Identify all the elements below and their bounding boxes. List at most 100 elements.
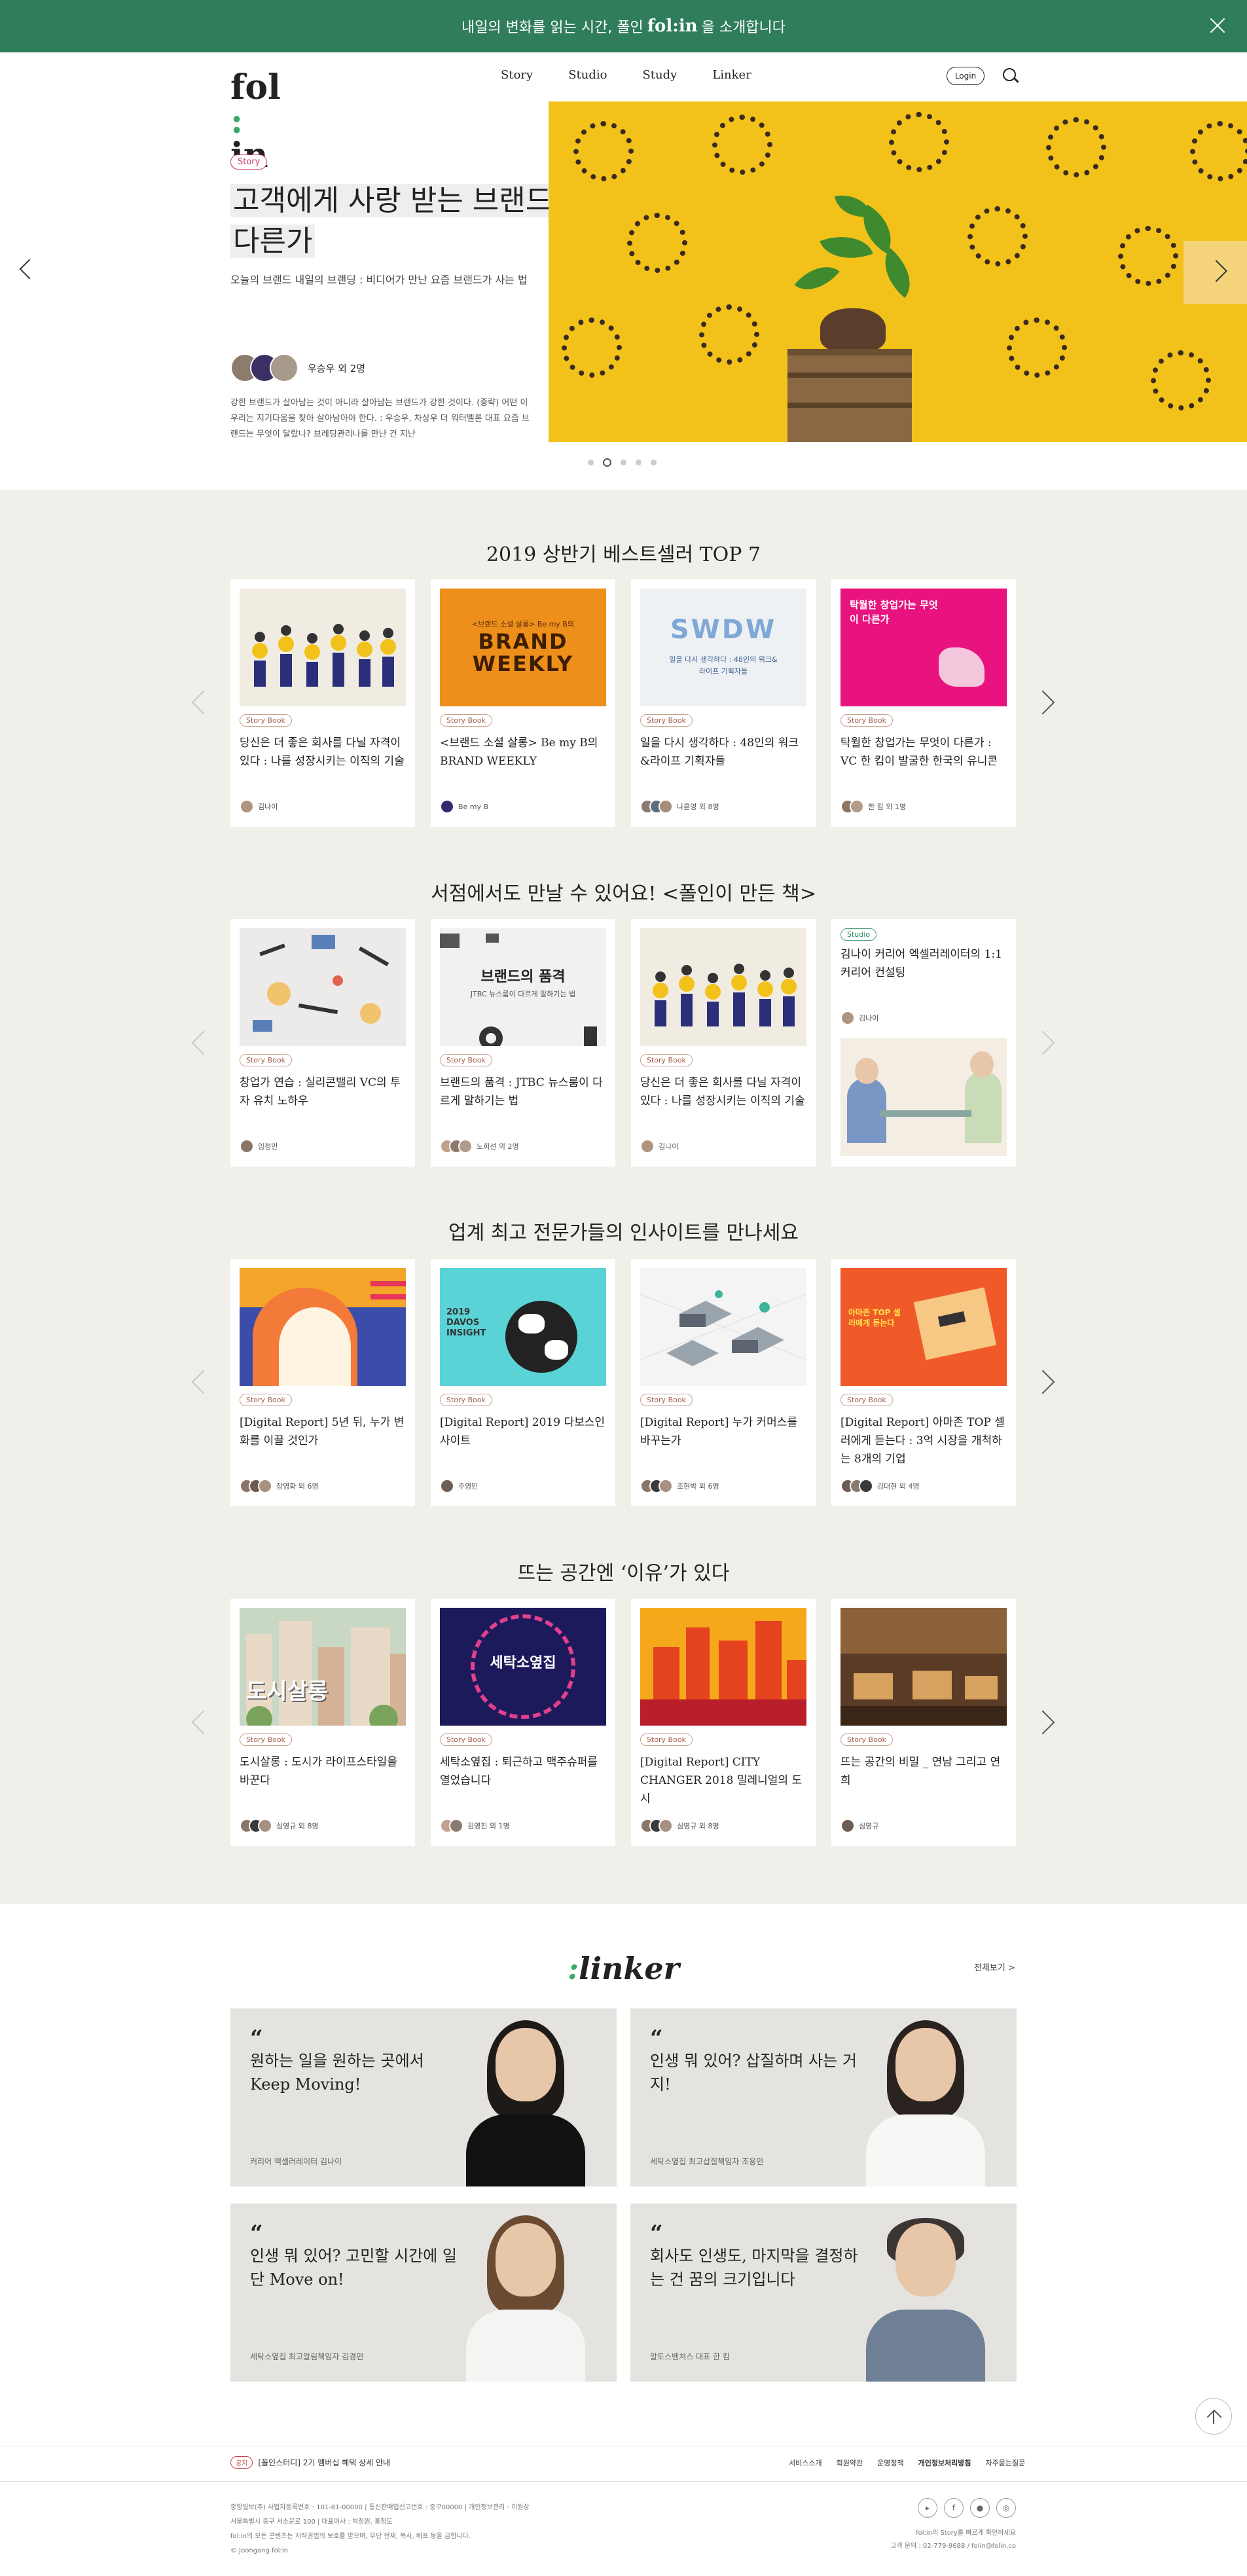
linker-photo (859, 2211, 990, 2382)
content-card[interactable]: 2019 DAVOS INSIGHT Story Book [Digital R… (431, 1259, 615, 1506)
linker-photo (460, 2211, 590, 2382)
pagination-dot[interactable] (588, 460, 594, 465)
card-author: 임정민 (240, 1139, 278, 1153)
facebook-icon[interactable]: f (944, 2498, 964, 2518)
footer-link-policy[interactable]: 운영정책 (877, 2458, 903, 2468)
author-name: Be my B (458, 802, 489, 811)
footer-link-faq[interactable]: 자주묻는질문 (986, 2458, 1026, 2468)
thumb-title: 도시살롱 (246, 1678, 329, 1705)
linker-logo: :linker (0, 1951, 1247, 1986)
footer-divider (0, 2481, 1247, 2482)
author-name: 조현박 외 6명 (677, 1482, 719, 1491)
card-tag: Story Book (440, 714, 492, 727)
content-card[interactable]: 도시살롱 Story Book 도시살롱 : 도시가 라이프스타일을 바꾼다 심… (230, 1599, 415, 1846)
card-thumbnail: 도시살롱 (240, 1608, 406, 1726)
pagination-dot[interactable] (651, 460, 657, 465)
thumb-title: 브랜드의 품격 (480, 969, 566, 985)
author-name: 노희선 외 2명 (477, 1142, 519, 1151)
hero-title-line2: 다른가 (230, 225, 316, 258)
content-card[interactable]: Story Book 당신은 더 좋은 회사를 다닐 자격이 있다 : 나를 성… (230, 579, 415, 827)
linker-card[interactable]: “ 회사도 인생도, 마지막을 결정하는 건 꿈의 크기입니다 알토스벤처스 대… (630, 2204, 1017, 2382)
content-card[interactable]: Story Book [Digital Report] 5년 뒤, 누가 변화를… (230, 1259, 415, 1506)
card-tag: Story Book (240, 714, 292, 727)
footer-link-privacy[interactable]: 개인정보처리방침 (918, 2458, 971, 2468)
kakaotalk-icon[interactable]: ● (970, 2498, 990, 2518)
company-info: 중앙일보(주) 사업자등록번호 : 101-81-00000 | 통신판매업신고… (230, 2501, 689, 2558)
content-card[interactable]: Story Book [Digital Report] 누가 커머스를 바꾸는가… (631, 1259, 816, 1506)
linker-card[interactable]: “ 원하는 일을 원하는 곳에서 Keep Moving! 커리어 엑셀러레이터… (230, 2008, 617, 2186)
linker-card[interactable]: “ 인생 뭐 있어? 삽질하며 사는 거지! 세탁소옆집 최고삽질책임자 조용민 (630, 2008, 1017, 2186)
linker-photo (460, 2016, 590, 2186)
card-row: 도시살롱 Story Book 도시살롱 : 도시가 라이프스타일을 바꾼다 심… (230, 1599, 1016, 1846)
content-card[interactable]: Story Book 창업가 연습 : 실리콘밸리 VC의 투자 유치 노하우 … (230, 919, 415, 1167)
card-author: 김나이 (640, 1139, 678, 1153)
hero-pagination[interactable] (588, 458, 657, 467)
author-name: 김대현 외 4명 (877, 1482, 920, 1491)
hero-prev-arrow[interactable] (19, 259, 40, 280)
nav-linker[interactable]: Linker (712, 68, 751, 82)
footer-link-terms[interactable]: 회원약관 (837, 2458, 863, 2468)
nav-studio[interactable]: Studio (568, 68, 607, 82)
pagination-dot[interactable] (621, 460, 626, 465)
content-card[interactable]: Story Book [Digital Report] CITY CHANGER… (631, 1599, 816, 1846)
card-title: [Digital Report] CITY CHANGER 2018 밀레니얼의… (640, 1756, 803, 1805)
linker-person: 커리어 엑셀러레이터 김나이 (250, 2157, 342, 2166)
banner-text-after: 을 소개합니다 (701, 20, 786, 36)
content-card[interactable]: SWDW 일을 다시 생각하다 : 48인의 워크&라이프 기획자들 Story… (631, 579, 816, 827)
content-card[interactable]: <브랜드 소셜 살롱> Be my B의 BRAND WEEKLY Story … (431, 579, 615, 827)
instagram-icon[interactable]: ◎ (996, 2498, 1016, 2518)
announcement-banner[interactable]: 내일의 변화를 읽는 시간, 폴인 fol:in 을 소개합니다 (0, 0, 1247, 52)
card-title: [Digital Report] 5년 뒤, 누가 변화를 이끌 것인가 (240, 1416, 405, 1447)
author-name: 김나이 (859, 1014, 879, 1023)
card-title: [Digital Report] 2019 다보스인사이트 (440, 1416, 605, 1447)
content-card[interactable]: Story Book 뜨는 공간의 비밀 _ 연남 그리고 연희 심영규 (831, 1599, 1016, 1846)
nav-story[interactable]: Story (501, 68, 533, 82)
author-name: 나훈영 외 8명 (677, 803, 719, 811)
close-icon[interactable] (1206, 14, 1229, 37)
author-name: 김영진 외 1명 (467, 1822, 510, 1830)
content-card[interactable]: 아마존 TOP 셀러에게 듣는다 Story Book [Digital Rep… (831, 1259, 1016, 1506)
card-tag: Story Book (440, 1394, 492, 1406)
footer-notice[interactable]: 공지 [폴인스터디] 2기 멤버십 혜택 상세 안내 (230, 2456, 390, 2469)
youtube-icon[interactable]: ▸ (918, 2498, 937, 2518)
card-thumbnail (240, 928, 406, 1046)
card-thumbnail: 탁월한 창업가는 무엇이 다른가 (840, 589, 1007, 706)
thumb-title: SWDW (670, 615, 777, 645)
card-row: Story Book [Digital Report] 5년 뒤, 누가 변화를… (230, 1259, 1016, 1506)
content-card[interactable]: Studio 김나이 커리어 엑셀러레이터의 1:1 커리어 컨설팅 김나이 (831, 919, 1016, 1167)
card-title: 도시살롱 : 도시가 라이프스타일을 바꾼다 (240, 1756, 397, 1787)
card-tag: Story Book (240, 1394, 292, 1406)
card-title: 김나이 커리어 엑셀러레이터의 1:1 커리어 컨설팅 (840, 948, 1002, 979)
content-card[interactable]: Story Book 당신은 더 좋은 회사를 다닐 자격이 있다 : 나를 성… (631, 919, 816, 1167)
nav-study[interactable]: Study (642, 68, 677, 82)
card-thumbnail: 아마존 TOP 셀러에게 듣는다 (840, 1268, 1007, 1386)
pagination-dot-active[interactable] (603, 458, 611, 467)
card-tag: Story Book (440, 1733, 492, 1746)
card-thumbnail (840, 1608, 1007, 1726)
card-tag: Story Book (840, 1733, 893, 1746)
login-button[interactable]: Login (947, 67, 985, 85)
scroll-to-top-button[interactable] (1195, 2398, 1232, 2435)
author-name: 심영규 외 8명 (276, 1822, 319, 1830)
card-row: Story Book 당신은 더 좋은 회사를 다닐 자격이 있다 : 나를 성… (230, 579, 1016, 827)
thumb-title: 2019 DAVOS INSIGHT (446, 1307, 486, 1338)
card-thumbnail: SWDW 일을 다시 생각하다 : 48인의 워크&라이프 기획자들 (640, 589, 806, 706)
see-all-link[interactable]: 전체보기 > (974, 1961, 1015, 1973)
card-author: 장영화 외 6명 (240, 1479, 319, 1493)
content-card[interactable]: 브랜드의 품격 JTBC 뉴스룸이 다르게 말하기는 법 Story Book … (431, 919, 615, 1167)
hero-image[interactable] (549, 101, 1247, 442)
linker-card[interactable]: “ 인생 뭐 있어? 고민할 시간에 일단 Move on! 세탁소옆집 최고알… (230, 2204, 617, 2382)
card-thumbnail: <브랜드 소셜 살롱> Be my B의 BRAND WEEKLY (440, 589, 606, 706)
hero-next-arrow[interactable] (1184, 241, 1247, 304)
content-card[interactable]: 탁월한 창업가는 무엇이 다른가 Story Book 탁월한 창업가는 무엇이… (831, 579, 1016, 827)
thumb-title: 아마존 TOP 셀러에게 듣는다 (848, 1308, 901, 1328)
pagination-dot[interactable] (636, 460, 642, 465)
footer-link-about[interactable]: 서비스소개 (789, 2458, 822, 2468)
thumb-subtitle: JTBC 뉴스룸이 다르게 말하기는 법 (470, 990, 576, 998)
card-thumbnail (640, 928, 806, 1046)
search-icon[interactable] (1002, 67, 1019, 84)
content-card[interactable]: 세탁소옆집 Story Book 세탁소옆집 : 퇴근하고 맥주슈퍼를 열었습니… (431, 1599, 615, 1846)
linker-person: 세탁소옆집 최고삽질책임자 조용민 (650, 2157, 764, 2166)
main-nav: Story Studio Study Linker (501, 68, 751, 82)
hero-tag[interactable]: Story (230, 154, 268, 170)
